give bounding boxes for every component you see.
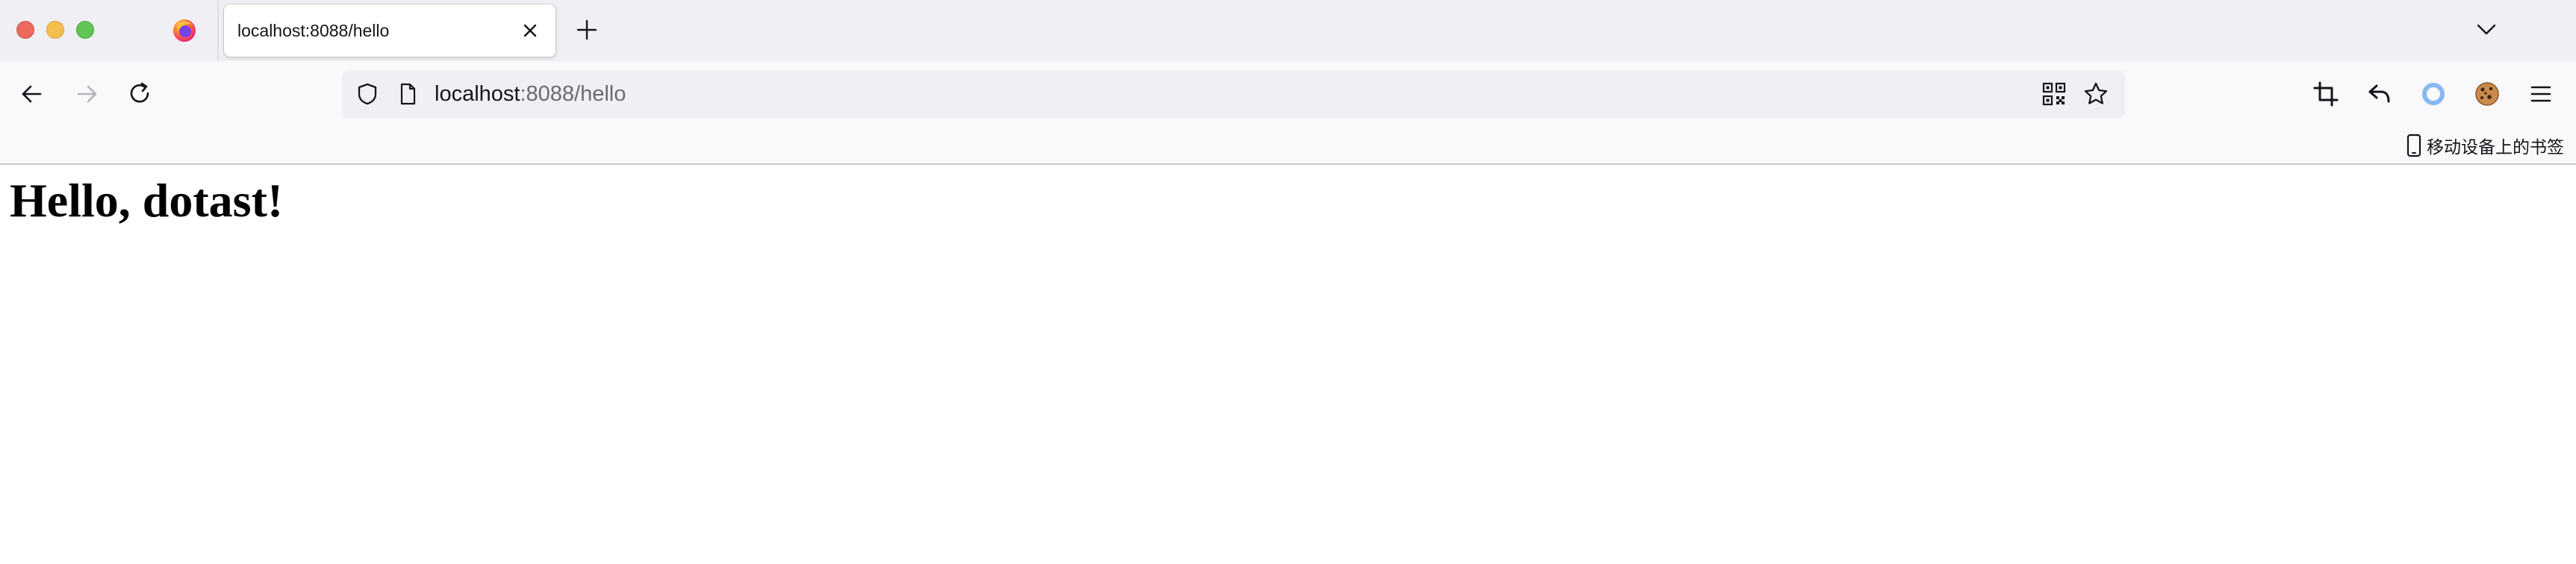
page-heading: Hello, dotast! [10,174,284,227]
window-maximize-button[interactable] [76,21,94,39]
page-icon[interactable] [394,81,421,107]
cookie-icon[interactable] [2470,77,2504,111]
window-close-button[interactable] [16,21,34,39]
reload-icon[interactable] [123,77,158,111]
window-minimize-button[interactable] [46,21,64,39]
arrow-left-icon[interactable] [15,77,49,111]
mobile-device-icon [2407,134,2421,157]
shield-icon[interactable] [354,81,381,107]
tab-title: localhost:8088/hello [237,21,390,40]
chevron-down-icon[interactable] [2473,18,2500,42]
url-path: :8088/hello [520,82,626,106]
star-icon[interactable] [2082,80,2110,108]
ring-icon[interactable] [2416,77,2451,111]
url-text[interactable]: localhost:8088/hello [435,82,626,106]
navigation-toolbar: localhost:8088/hello [0,61,2576,127]
tab-active[interactable]: localhost:8088/hello [224,4,556,57]
firefox-logo-icon[interactable] [172,18,197,43]
crop-icon[interactable] [2309,77,2343,111]
hamburger-menu-icon[interactable] [2524,77,2558,111]
bookmarks-toolbar: 移动设备上的书签 [0,127,2576,165]
arrow-right-icon[interactable] [69,77,104,111]
mobile-bookmarks-label: 移动设备上的书签 [2427,137,2564,157]
url-host: localhost [435,82,520,106]
mobile-bookmarks-folder[interactable]: 移动设备上的书签 [2404,131,2564,160]
qr-code-icon[interactable] [2041,81,2067,107]
close-icon[interactable] [520,20,541,41]
plus-icon[interactable] [573,16,600,43]
undo-icon[interactable] [2362,77,2397,111]
page-content: Hello, dotast! [0,165,2576,564]
tab-strip: localhost:8088/hello [0,0,2576,61]
tab-strip-separator [217,0,219,61]
url-bar[interactable]: localhost:8088/hello [342,70,2125,118]
